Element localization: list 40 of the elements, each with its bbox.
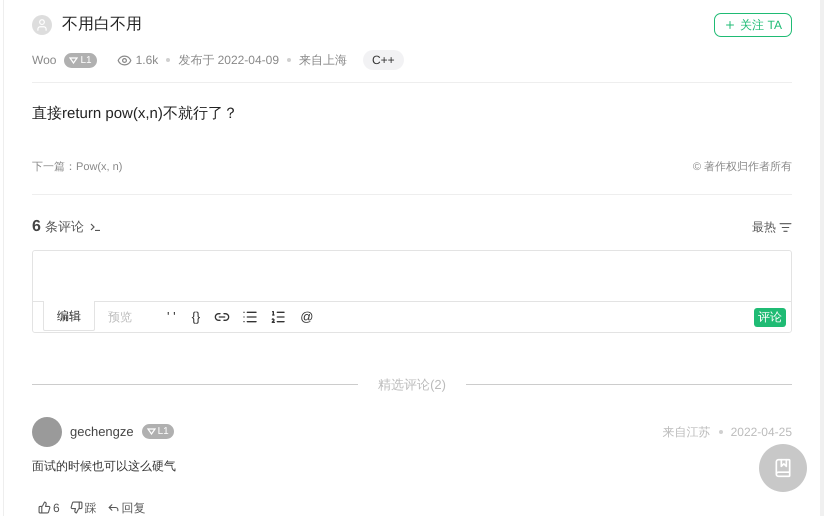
tag[interactable]: C++ (363, 50, 404, 70)
sort-button[interactable]: 最热 (752, 218, 792, 236)
terminal-icon (90, 223, 101, 231)
level-badge: L1 (142, 424, 174, 439)
author-name: 不用白不用 (62, 15, 142, 35)
level-badge: L1 (64, 52, 97, 68)
location: 来自上海 (299, 52, 347, 69)
thumbs-down-icon (70, 501, 83, 514)
like-button[interactable]: 6 (38, 498, 60, 516)
toolbar-button[interactable]: ' ' (165, 307, 178, 327)
toolbar-button[interactable]: @ (298, 307, 316, 327)
comments-label: 条评论 (44, 218, 84, 236)
bulleted-list-icon[interactable] (242, 309, 258, 325)
views-icon (116, 52, 132, 68)
comment-text: 面试的时候也可以这么硬气 (32, 458, 176, 474)
featured-comments-heading: 精选评论(2) (378, 376, 446, 394)
reply-icon (106, 501, 120, 514)
book-icon (773, 458, 793, 478)
next-post-link[interactable]: 下一篇：Pow(x, n) (32, 158, 122, 175)
reply-button[interactable]: 回复 (106, 498, 146, 516)
diamond-icon (146, 428, 156, 435)
diamond-icon (69, 56, 78, 64)
plus-icon (724, 19, 736, 31)
location: 来自江苏 (662, 424, 711, 440)
avatar-icon (32, 15, 52, 35)
publish-date: 发布于 2022-04-09 (178, 52, 279, 69)
post-body: 直接return pow(x,n)不就行了？ (32, 104, 239, 124)
sort-icon (779, 220, 792, 234)
copyright-text: © 著作权归作者所有 (692, 160, 792, 174)
editor-tab[interactable]: 编辑 (43, 301, 95, 331)
thumbs-up-icon (38, 501, 51, 514)
comment-count: 6 (32, 217, 41, 237)
comment-date: 2022-04-25 (730, 424, 792, 440)
username[interactable]: gechengze (70, 422, 134, 442)
view-count: 1.6k (136, 52, 158, 69)
username[interactable]: Woo (32, 51, 56, 69)
dislike-button[interactable]: 踩 (70, 498, 97, 516)
numbered-list-icon[interactable] (270, 309, 286, 325)
toolbar-button[interactable]: {} (190, 307, 202, 327)
avatar (32, 416, 62, 446)
